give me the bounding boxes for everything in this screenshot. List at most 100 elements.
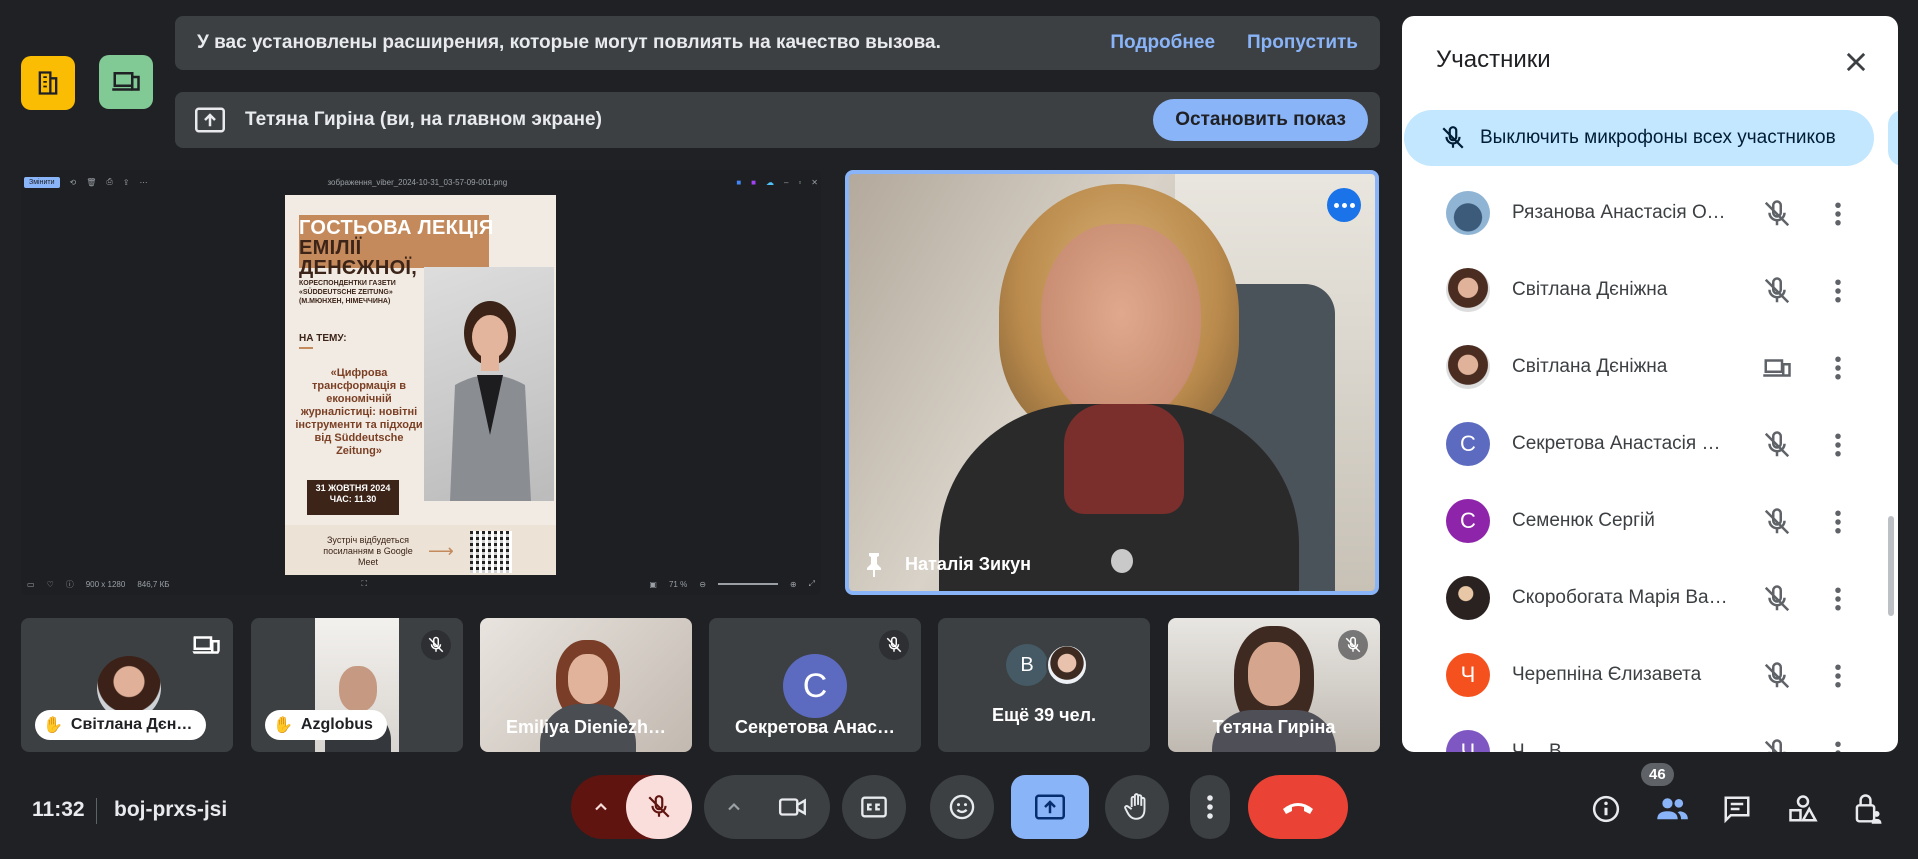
participant-name: Світлана Дєніжна — [1512, 279, 1668, 300]
avatar — [1046, 644, 1088, 686]
camera-options-button[interactable] — [704, 775, 764, 839]
avatar: Ч — [1446, 653, 1490, 697]
participant-row[interactable]: С Секретова Анастасія … — [1432, 414, 1870, 474]
poster-divider — [299, 347, 313, 349]
hang-up-icon — [1283, 803, 1313, 814]
more-vert-icon[interactable] — [1823, 507, 1853, 537]
participant-tile[interactable]: Emiliya Dieniezh… — [480, 618, 692, 752]
favorite-icon: ♡ — [46, 579, 54, 589]
avatar: С — [1446, 422, 1490, 466]
participant-row[interactable]: Ч Черепніна Єлизавета — [1432, 645, 1870, 705]
print-icon: ⎙ — [106, 177, 113, 186]
mic-off-icon — [886, 636, 902, 653]
host-controls-button[interactable] — [1851, 792, 1885, 826]
poster-topic-label: НА ТЕМУ: — [299, 333, 347, 344]
fullscreen-icon: ⤢ — [808, 579, 815, 588]
secondary-action-button[interactable] — [1888, 110, 1898, 166]
mic-off-icon — [1442, 126, 1464, 149]
mic-off-icon — [1764, 200, 1790, 227]
speaker-face — [1041, 224, 1201, 424]
devices-button[interactable] — [99, 55, 153, 109]
learn-more-link[interactable]: Подробнее — [1110, 32, 1215, 54]
image-viewer-statusbar: ▭ ♡ ⓘ 900 x 1280 846,7 КБ ⛶ ▣ 71 % ⊖ ⊕ ⤢ — [21, 573, 821, 595]
more-participants-tile[interactable]: В Ещё 39 чел. — [938, 618, 1150, 752]
copilot-icon: ■ — [751, 177, 756, 187]
skip-link[interactable]: Пропустить — [1247, 32, 1358, 54]
participant-row[interactable]: С Семенюк Сергій — [1432, 491, 1870, 551]
meeting-details-button[interactable] — [1589, 792, 1623, 826]
participant-name: Секретова Анастасія … — [1512, 433, 1721, 454]
mic-off-badge — [1338, 630, 1368, 660]
raised-hand-pill: ✋ Azglobus — [265, 710, 387, 740]
participant-row[interactable]: Світлана Дєніжна — [1432, 260, 1870, 320]
dimensions: 900 x 1280 — [85, 579, 126, 589]
building-icon — [38, 71, 58, 95]
tile-more-options-button[interactable] — [1327, 188, 1361, 222]
more-vert-icon[interactable] — [1823, 584, 1853, 614]
more-icon: ⋯ — [139, 177, 148, 187]
more-vert-icon[interactable] — [1823, 738, 1853, 752]
participant-name: Скоробогата Марія Ва… — [1512, 587, 1728, 608]
lock-person-icon — [1855, 794, 1882, 824]
reactions-button[interactable] — [930, 775, 994, 839]
edit-chip: Змінити — [24, 176, 60, 188]
mic-off-icon — [1345, 636, 1361, 653]
avatar: Ч — [1446, 730, 1490, 752]
chevron-up-icon — [595, 802, 607, 811]
image-viewer-toolbar: Змінити ⟲ 🗑 ⎙ ⇪ ⋯ зображення_viber_2024-… — [21, 170, 821, 194]
devices-icon — [112, 72, 140, 91]
participant-row[interactable]: Скоробогата Марія Ва… — [1432, 568, 1870, 628]
chat-button[interactable] — [1720, 792, 1754, 826]
participants-count-badge: 46 — [1641, 763, 1674, 786]
participant-name: Тетяна Гиріна — [1212, 717, 1336, 737]
active-speaker-tile[interactable]: Наталія Зикун — [845, 170, 1379, 595]
present-screen-icon — [195, 107, 225, 133]
mic-off-badge — [879, 630, 909, 660]
participant-tile[interactable]: С Секретова Анас… — [709, 618, 921, 752]
presenting-message: Тетяна Гиріна (ви, на главном экране) — [245, 109, 602, 130]
close-icon[interactable] — [1842, 48, 1870, 76]
building-button[interactable] — [21, 56, 75, 110]
mute-all-button[interactable]: Выключить микрофоны всех участников — [1404, 110, 1874, 166]
more-vert-icon[interactable] — [1823, 199, 1853, 229]
participant-row[interactable]: Світлана Дєніжна — [1432, 337, 1870, 397]
more-vert-icon[interactable] — [1823, 353, 1853, 383]
raise-hand-button[interactable] — [1105, 775, 1169, 839]
people-button[interactable] — [1655, 792, 1689, 826]
more-vert-icon[interactable] — [1823, 430, 1853, 460]
present-button[interactable] — [1011, 775, 1089, 839]
mic-off-icon — [428, 636, 444, 653]
mic-toggle-button[interactable] — [626, 775, 692, 839]
participant-row[interactable]: Ч Ч… В… — [1432, 722, 1870, 752]
hand-icon: ✋ — [273, 717, 293, 734]
shared-screen-tile[interactable]: Змінити ⟲ 🗑 ⎙ ⇪ ⋯ зображення_viber_2024-… — [21, 170, 821, 595]
captions-button[interactable] — [842, 775, 906, 839]
scrollbar[interactable] — [1888, 516, 1894, 616]
lecture-poster: ГОСТЬОВА ЛЕКЦІЯ ЕМІЛІЇ ДЕНЄЖНОЇ, КОРЕСПО… — [285, 195, 556, 575]
more-vert-icon[interactable] — [1823, 276, 1853, 306]
clock: 11:32 — [32, 798, 85, 821]
presenting-device-icon — [1763, 359, 1791, 377]
speaker-photo — [450, 301, 531, 501]
panel-title: Участники — [1436, 46, 1551, 73]
participant-tile[interactable]: ✋ Світлана Дєн… — [21, 618, 233, 752]
mic-off-icon — [1764, 431, 1790, 458]
extensions-message: У вас установлены расширения, которые мо… — [197, 32, 941, 53]
more-vert-icon[interactable] — [1823, 661, 1853, 691]
people-icon — [1657, 798, 1688, 820]
mic-options-button[interactable] — [571, 775, 631, 839]
self-tile[interactable]: Тетяна Гиріна — [1168, 618, 1380, 752]
poster-footer-text: Зустріч відбудеться посиланням в Google … — [323, 535, 413, 567]
info-icon — [1592, 795, 1620, 823]
stop-presenting-button[interactable]: Остановить показ — [1153, 99, 1368, 141]
fit-icon: ⛶ — [361, 579, 368, 588]
zoom-slider — [717, 583, 778, 585]
camera-toggle-button[interactable] — [760, 775, 826, 839]
pin-icon[interactable] — [863, 551, 885, 577]
participant-tile[interactable]: ✋ Azglobus — [251, 618, 463, 752]
more-options-button[interactable] — [1190, 775, 1230, 839]
participant-name: Emiliya Dieniezh… — [505, 717, 667, 737]
participant-row[interactable]: Рязанова Анастасія Ол… — [1432, 190, 1870, 243]
leave-call-button[interactable] — [1248, 775, 1348, 839]
activities-button[interactable] — [1786, 792, 1820, 826]
